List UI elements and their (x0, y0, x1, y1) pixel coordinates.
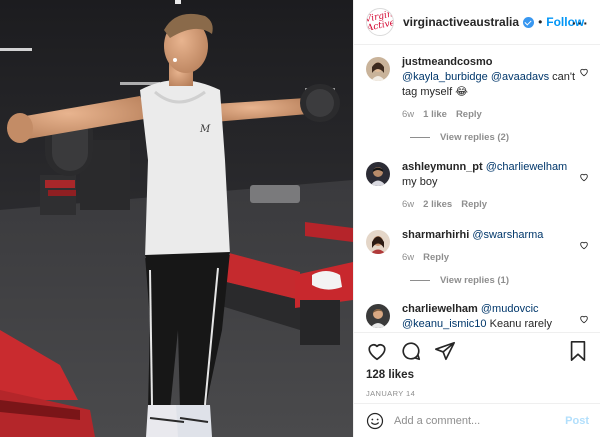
share-paper-plane-icon[interactable] (434, 340, 456, 362)
account-avatar[interactable]: Virgin Active (366, 8, 394, 36)
add-comment-input[interactable] (394, 414, 554, 427)
gym-photo-illustration: M (0, 0, 353, 437)
commenter-avatar[interactable] (366, 57, 390, 81)
comments-list[interactable]: justmeandcosmo @kayla_burbidge @avaadavs… (354, 45, 600, 332)
view-replies-button[interactable]: View replies (1) (402, 275, 589, 286)
comment-like-count[interactable]: 2 likes (423, 197, 452, 212)
bookmark-icon[interactable] (567, 340, 589, 362)
comment-author[interactable]: justmeandcosmo (402, 56, 492, 68)
post-date[interactable]: JANUARY 14 (366, 389, 589, 398)
comment-meta: 6w 1 like Reply (402, 107, 580, 122)
comment-text: Keanu rarely (489, 318, 552, 330)
comment-text: my boy (402, 176, 438, 188)
comment-mention[interactable]: @charliewelham (486, 161, 567, 173)
reply-button[interactable]: Reply (461, 197, 487, 212)
comment-age: 6w (402, 199, 415, 210)
like-heart-icon[interactable] (366, 340, 388, 362)
commenter-avatar[interactable] (366, 162, 390, 186)
comment-mention[interactable]: @mudovcic (481, 303, 539, 315)
view-replies-label[interactable]: View replies (2) (440, 132, 509, 143)
verified-badge-icon (523, 16, 535, 28)
comment-author[interactable]: ashleymunn_pt (402, 161, 483, 173)
comment-bubble-icon[interactable] (400, 340, 422, 362)
comment-item: sharmarhirhi @swarsharma 6w Reply (366, 228, 589, 265)
like-comment-heart-icon[interactable] (579, 172, 589, 182)
comment-mention[interactable]: @swarsharma (472, 229, 543, 241)
comment-author[interactable]: sharmarhirhi (402, 229, 469, 241)
more-options-icon[interactable]: ··· (572, 15, 589, 31)
comment-meta: 6w 2 likes Reply (402, 197, 580, 212)
account-username[interactable]: virginactiveaustralia (403, 15, 519, 29)
commenter-avatar[interactable] (366, 230, 390, 254)
comment-age: 6w (402, 109, 415, 120)
view-replies-label[interactable]: View replies (1) (440, 275, 509, 286)
comment-like-count[interactable]: 1 like (423, 107, 447, 122)
like-comment-heart-icon[interactable] (579, 67, 589, 77)
comment-mention[interactable]: @kayla_burbidge (402, 71, 488, 83)
comment-meta: 6w Reply (402, 250, 580, 265)
post-actions: 128 likes JANUARY 14 (354, 332, 600, 402)
commenter-avatar[interactable] (366, 304, 390, 328)
comment-item: ashleymunn_pt @charliewelham my boy 6w 2… (366, 160, 589, 212)
comment-author[interactable]: charliewelham (402, 303, 478, 315)
comment-composer: Post (354, 403, 600, 437)
replies-divider (410, 280, 430, 281)
post-header: Virgin Active virginactiveaustralia • Fo… (354, 0, 600, 45)
action-icons (366, 333, 589, 369)
follow-separator: • (538, 15, 543, 29)
reply-button[interactable]: Reply (423, 250, 449, 265)
replies-divider (410, 137, 430, 138)
like-comment-heart-icon[interactable] (579, 314, 589, 324)
post-comment-button[interactable]: Post (565, 415, 589, 427)
virgin-active-logo: Virgin Active (366, 9, 394, 34)
like-comment-heart-icon[interactable] (579, 240, 589, 250)
comment-item: justmeandcosmo @kayla_burbidge @avaadavs… (366, 55, 589, 122)
comment-mention[interactable]: @keanu_ismic10 (402, 318, 487, 330)
post-photo[interactable]: M (0, 0, 353, 437)
view-replies-button[interactable]: View replies (2) (402, 132, 589, 143)
svg-text:M: M (199, 124, 211, 135)
comment-age: 6w (402, 252, 415, 263)
like-count[interactable]: 128 likes (366, 369, 589, 381)
comment-item: charliewelham @mudovcic @keanu_ismic10 K… (366, 302, 589, 332)
post-details-panel: Virgin Active virginactiveaustralia • Fo… (353, 0, 600, 437)
emoji-picker-icon[interactable] (366, 412, 384, 430)
comment-mention[interactable]: @avaadavs (491, 71, 549, 83)
reply-button[interactable]: Reply (456, 107, 482, 122)
